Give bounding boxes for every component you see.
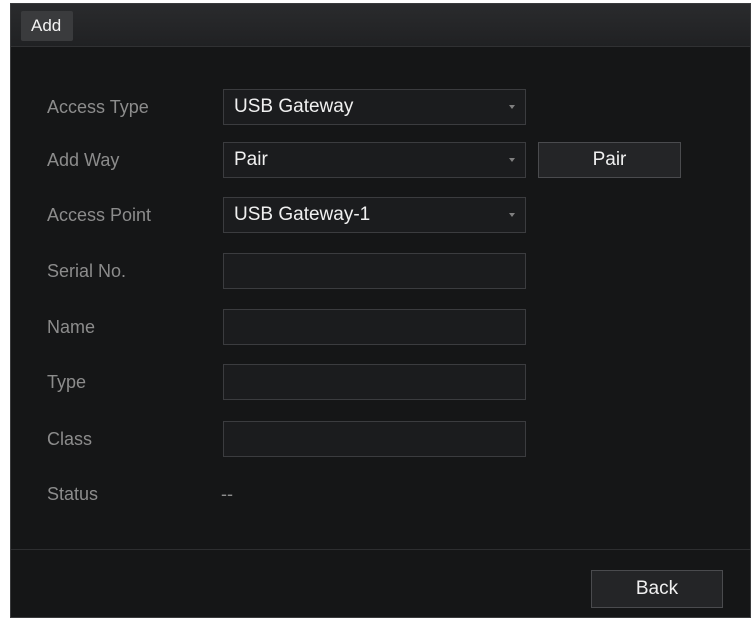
status-value: --	[221, 484, 233, 504]
class-field[interactable]	[223, 421, 526, 457]
dialog-title: Add	[21, 11, 74, 41]
access-point-select[interactable]: USB Gateway-1	[223, 197, 526, 233]
chevron-down-icon	[509, 158, 515, 162]
chevron-down-icon	[509, 105, 515, 109]
add-way-label: Add Way	[47, 150, 120, 170]
name-row: Name	[11, 309, 750, 345]
class-label: Class	[47, 429, 93, 449]
access-type-value: USB Gateway	[234, 96, 354, 117]
name-label: Name	[47, 317, 96, 337]
serial-no-label: Serial No.	[47, 261, 127, 281]
add-way-value: Pair	[234, 149, 268, 170]
add-way-row: Add Way Pair Pair	[11, 142, 750, 178]
type-row: Type	[11, 364, 750, 400]
add-way-select[interactable]: Pair	[223, 142, 526, 178]
back-button[interactable]: Back	[591, 570, 723, 608]
status-label: Status	[47, 484, 99, 504]
type-field[interactable]	[223, 364, 526, 400]
dialog-titlebar: Add	[11, 4, 750, 47]
type-label: Type	[47, 372, 87, 392]
access-type-row: Access Type USB Gateway	[11, 89, 750, 125]
serial-no-row: Serial No.	[11, 253, 750, 289]
status-row: Status --	[11, 476, 750, 512]
access-type-select[interactable]: USB Gateway	[223, 89, 526, 125]
footer-divider	[11, 549, 750, 550]
class-row: Class	[11, 421, 750, 457]
add-dialog: Add Access Type USB Gateway Add Way Pair…	[10, 3, 751, 618]
access-point-value: USB Gateway-1	[234, 204, 371, 225]
pair-button[interactable]: Pair	[538, 142, 681, 178]
access-type-label: Access Type	[47, 97, 149, 117]
access-point-row: Access Point USB Gateway-1	[11, 197, 750, 233]
access-point-label: Access Point	[47, 205, 152, 225]
chevron-down-icon	[509, 213, 515, 217]
name-field[interactable]	[223, 309, 526, 345]
serial-no-field[interactable]	[223, 253, 526, 289]
